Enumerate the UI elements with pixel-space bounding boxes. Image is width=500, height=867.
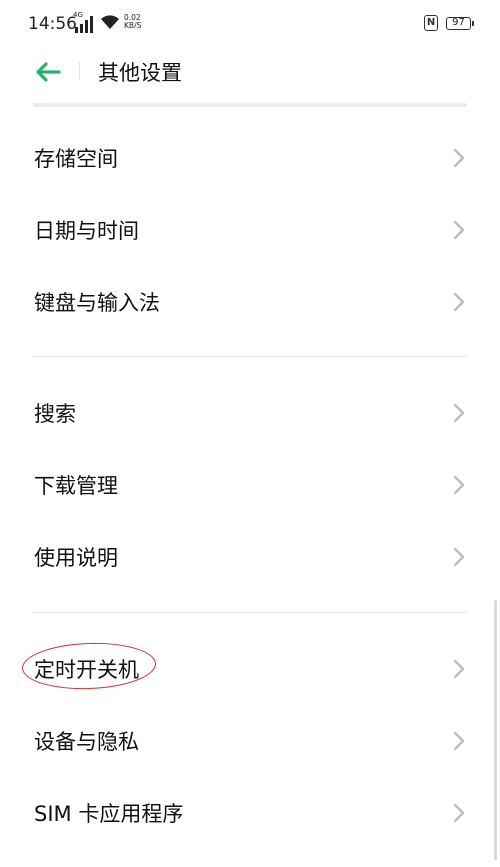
settings-item-label: 存储空间 [34,147,118,171]
settings-item-search[interactable]: 搜索 [0,384,500,440]
battery-level: 97 [452,17,465,28]
chevron-right-icon [453,220,465,240]
settings-item-label: 使用说明 [34,546,118,570]
settings-item-label: 日期与时间 [34,219,139,243]
settings-item-date-time[interactable]: 日期与时间 [0,201,500,257]
settings-item-label: 搜索 [34,402,76,426]
settings-item-label: 键盘与输入法 [34,291,160,315]
network-type-label: 4G [73,11,83,19]
settings-item-user-guide[interactable]: 使用说明 [0,528,500,584]
network-speed-unit: KB/S [124,21,142,30]
status-bar: 14:56 4G 0.02 KB/S N 97 [0,0,500,50]
group-divider [33,612,467,613]
battery-icon: 97 [446,17,474,30]
scrollbar[interactable] [494,600,497,860]
chevron-right-icon [453,475,465,495]
chevron-right-icon [453,403,465,423]
settings-item-keyboard-input[interactable]: 键盘与输入法 [0,273,500,329]
status-time: 14:56 [28,14,77,34]
chevron-right-icon [453,547,465,567]
settings-item-device-privacy[interactable]: 设备与隐私 [0,712,500,768]
arrow-left-icon [36,62,61,82]
cellular-signal-icon: 4G [73,11,97,33]
settings-item-label: 设备与隐私 [34,730,139,754]
settings-item-storage[interactable]: 存储空间 [0,129,500,185]
page-title: 其他设置 [98,61,182,85]
settings-item-label: SIM 卡应用程序 [34,802,184,826]
wifi-icon [100,13,120,35]
chevron-right-icon [453,731,465,751]
settings-item-download-manager[interactable]: 下载管理 [0,456,500,512]
app-header: 其他设置 [0,50,500,100]
header-divider [79,62,80,80]
chevron-right-icon [453,148,465,168]
network-speed: 0.02 KB/S [124,14,141,30]
chevron-right-icon [453,803,465,823]
chevron-right-icon [453,659,465,679]
group-divider [33,356,467,357]
nfc-icon: N [424,15,438,31]
settings-item-sim-apps[interactable]: SIM 卡应用程序 [0,784,500,840]
header-shadow [33,103,467,107]
settings-item-label: 下载管理 [34,474,118,498]
back-button[interactable] [30,58,66,86]
chevron-right-icon [453,292,465,312]
